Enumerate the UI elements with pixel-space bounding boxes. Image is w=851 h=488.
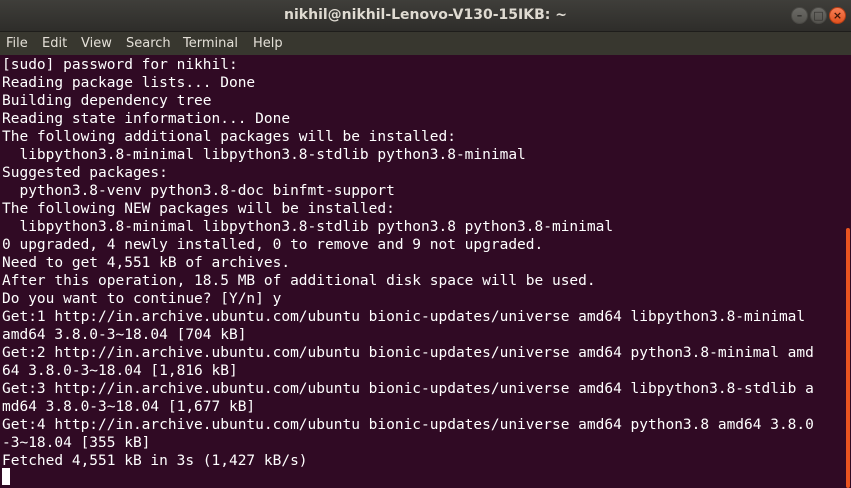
terminal-line: Do you want to continue? [Y/n] y xyxy=(2,291,282,307)
terminal-line: python3.8-venv python3.8-doc binfmt-supp… xyxy=(2,183,395,199)
menu-view[interactable]: View xyxy=(81,32,112,55)
scrollbar-thumb[interactable] xyxy=(846,228,850,488)
terminal-line: 0 upgraded, 4 newly installed, 0 to remo… xyxy=(2,237,544,253)
terminal-line: amd64 3.8.0-3~18.04 [704 kB] xyxy=(2,327,247,343)
terminal-line: Get:4 http://in.archive.ubuntu.com/ubunt… xyxy=(2,417,814,433)
menu-search[interactable]: Search xyxy=(126,32,171,55)
menu-edit[interactable]: Edit xyxy=(42,32,67,55)
terminal-line: libpython3.8-minimal libpython3.8-stdlib… xyxy=(2,147,526,163)
terminal-output[interactable]: [sudo] password for nikhil: Reading pack… xyxy=(0,55,845,488)
window-title: nikhil@nikhil-Lenovo-V130-15IKB: ~ xyxy=(284,7,567,23)
terminal-line: -3~18.04 [355 kB] xyxy=(2,435,151,451)
terminal-line: Suggested packages: xyxy=(2,165,168,181)
terminal-line: Get:2 http://in.archive.ubuntu.com/ubunt… xyxy=(2,345,814,361)
menu-terminal[interactable]: Terminal xyxy=(183,32,238,55)
terminal-line: The following additional packages will b… xyxy=(2,129,456,145)
terminal-line: Reading state information... Done xyxy=(2,111,291,127)
terminal-line: Building dependency tree xyxy=(2,93,212,109)
terminal-cursor xyxy=(2,468,10,485)
terminal-line: [sudo] password for nikhil: xyxy=(2,57,238,73)
title-bar[interactable]: nikhil@nikhil-Lenovo-V130-15IKB: ~ – □ × xyxy=(0,0,851,32)
terminal-line: md64 3.8.0-3~18.04 [1,677 kB] xyxy=(2,399,256,415)
menu-help[interactable]: Help xyxy=(253,32,283,55)
terminal-window: nikhil@nikhil-Lenovo-V130-15IKB: ~ – □ ×… xyxy=(0,0,851,488)
terminal-line: Fetched 4,551 kB in 3s (1,427 kB/s) xyxy=(2,453,308,469)
maximize-button[interactable]: □ xyxy=(810,7,827,24)
terminal-line: libpython3.8-minimal libpython3.8-stdlib… xyxy=(2,219,614,235)
menu-bar: File Edit View Search Terminal Help xyxy=(0,32,851,55)
terminal-line: Reading package lists... Done xyxy=(2,75,256,91)
terminal-line: Get:3 http://in.archive.ubuntu.com/ubunt… xyxy=(2,381,814,397)
terminal-line: Need to get 4,551 kB of archives. xyxy=(2,255,291,271)
minimize-button[interactable]: – xyxy=(791,7,808,24)
terminal-line: Get:1 http://in.archive.ubuntu.com/ubunt… xyxy=(2,309,806,325)
close-button[interactable]: × xyxy=(829,7,846,24)
terminal-line: After this operation, 18.5 MB of additio… xyxy=(2,273,596,289)
menu-file[interactable]: File xyxy=(6,32,28,55)
terminal-scrollbar[interactable] xyxy=(845,55,851,488)
terminal-line: 64 3.8.0-3~18.04 [1,816 kB] xyxy=(2,363,238,379)
terminal-line: The following NEW packages will be insta… xyxy=(2,201,395,217)
